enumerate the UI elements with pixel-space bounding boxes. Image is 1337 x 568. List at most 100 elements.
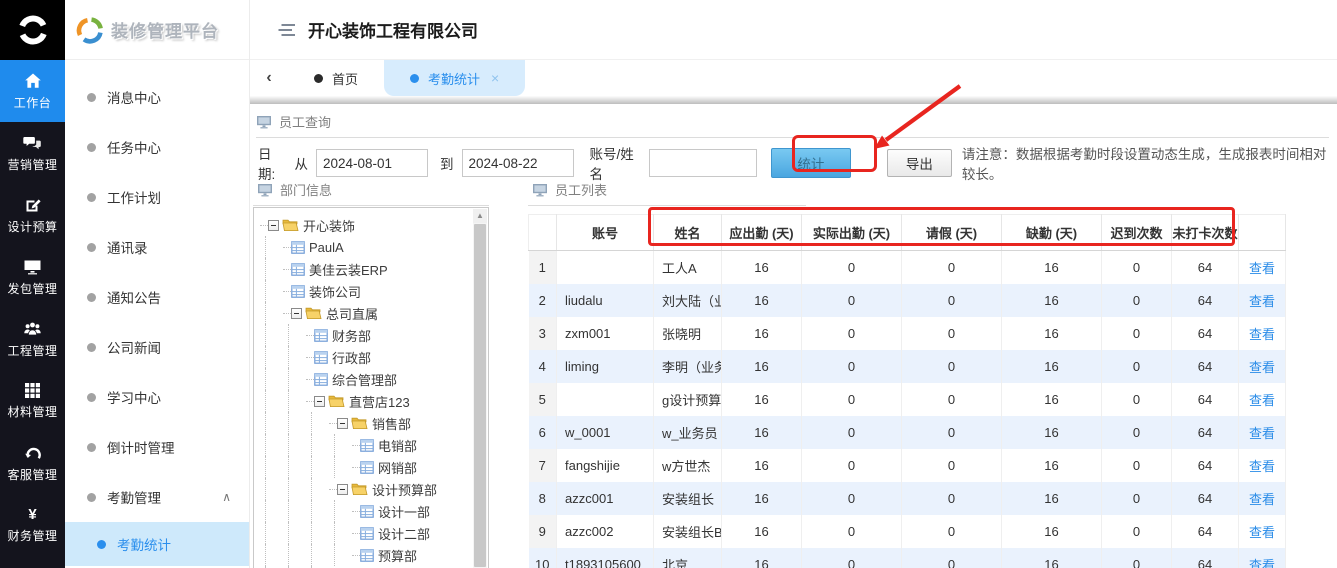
table-row: 2liudalu刘大陆（业务160016064查看	[528, 283, 1286, 317]
department-icon	[360, 460, 374, 474]
app-logo[interactable]	[0, 0, 65, 60]
tree-folder-node[interactable]: 销售部	[260, 412, 488, 434]
submenu-item[interactable]: 工作计划	[65, 172, 249, 222]
table-cell: 北京	[653, 547, 722, 568]
collapse-toggle-icon[interactable]	[314, 395, 325, 407]
tree-leaf-node[interactable]: 美佳云装ERP	[260, 258, 488, 280]
tree-folder-node[interactable]: 设计预算部	[260, 478, 488, 500]
view-link[interactable]: 查看	[1249, 261, 1275, 276]
view-link[interactable]: 查看	[1249, 426, 1275, 441]
rail-item-label: 客服管理	[7, 467, 58, 482]
tree-leaf-node[interactable]: 网销部	[260, 456, 488, 478]
scroll-up-button[interactable]: ▲	[473, 209, 487, 223]
date-to-input[interactable]	[461, 149, 574, 177]
tree-leaf-node[interactable]: 综合管理部	[260, 368, 488, 390]
section-title-text: 员工列表	[555, 183, 608, 198]
table-cell: 0	[801, 250, 902, 284]
scrollbar-thumb[interactable]	[474, 224, 486, 567]
table-row: 9 azzc002 安装组长B 16 0 0 16 0 64 查看	[528, 514, 1286, 548]
table-cell: 李明（业务	[653, 349, 722, 383]
submenu-item[interactable]: 公司新闻	[65, 322, 249, 372]
collapse-toggle-icon[interactable]	[291, 307, 302, 319]
table-cell: 16	[1001, 547, 1102, 568]
rail-item-workbench[interactable]: 工作台	[0, 60, 65, 122]
submenu-item[interactable]: 学习中心	[65, 372, 249, 422]
table-cell: 64	[1171, 448, 1239, 482]
table-cell: 64	[1171, 415, 1239, 449]
tab-dot-icon	[410, 73, 420, 83]
rail-item-service[interactable]: 客服管理	[0, 432, 65, 494]
folder-icon	[351, 416, 368, 430]
table-cell: 5	[528, 382, 557, 416]
tree-leaf-node[interactable]: 预算部	[260, 544, 488, 566]
rail-item-contracting[interactable]: 发包管理	[0, 246, 65, 308]
tree-leaf-node[interactable]: 装饰公司	[260, 280, 488, 302]
table-cell: g设计预算员	[653, 382, 722, 416]
account-name-input[interactable]	[649, 149, 758, 177]
statistics-button[interactable]: 统计	[771, 148, 851, 178]
view-link[interactable]: 查看	[1249, 393, 1275, 408]
tree-guide-line	[288, 478, 306, 500]
rail-item-materials[interactable]: 材料管理	[0, 370, 65, 432]
view-link[interactable]: 查看	[1249, 459, 1275, 474]
table-cell: 0	[801, 448, 902, 482]
tree-leaf-node[interactable]: 电销部	[260, 434, 488, 456]
tab-home[interactable]: 首页	[288, 60, 384, 96]
view-link[interactable]: 查看	[1249, 492, 1275, 507]
view-link[interactable]: 查看	[1249, 327, 1275, 342]
tree-connector	[283, 290, 291, 292]
rail-item-engineering[interactable]: 工程管理	[0, 308, 65, 370]
submenu-item[interactable]: 通知公告	[65, 272, 249, 322]
export-button[interactable]: 导出	[886, 149, 952, 177]
table-cell: 0	[1101, 382, 1172, 416]
close-icon[interactable]: ×	[491, 70, 499, 86]
tree-leaf-node[interactable]: 设计二部	[260, 522, 488, 544]
tab-scroll-left-button[interactable]: ‹	[250, 60, 288, 96]
tree-leaf-node[interactable]: 行政部	[260, 346, 488, 368]
table-cell: 查看	[1238, 349, 1286, 383]
view-link[interactable]: 查看	[1249, 525, 1275, 540]
tab-attendance-stats[interactable]: 考勤统计 ×	[384, 60, 526, 96]
list-icon[interactable]	[278, 23, 296, 37]
collapse-toggle-icon[interactable]	[337, 417, 348, 429]
rail-item-marketing[interactable]: 营销管理	[0, 122, 65, 184]
table-cell: 0	[1101, 415, 1172, 449]
date-from-input[interactable]	[316, 149, 428, 177]
table-cell: 0	[1101, 514, 1172, 548]
tree-folder-node[interactable]: 开心装饰	[260, 214, 488, 236]
tree-folder-node[interactable]: 直营店123	[260, 390, 488, 412]
tree-connector	[260, 224, 268, 226]
table-cell: 查看	[1238, 382, 1286, 416]
submenu-item[interactable]: 通讯录	[65, 222, 249, 272]
submenu-item[interactable]: 任务中心	[65, 122, 249, 172]
tree-connector	[352, 466, 360, 468]
view-link[interactable]: 查看	[1249, 558, 1275, 568]
submenu-item[interactable]: 倒计时管理	[65, 422, 249, 472]
table-cell: 16	[721, 283, 802, 317]
view-link[interactable]: 查看	[1249, 294, 1275, 309]
table-cell: 0	[901, 448, 1002, 482]
tree-guide-line	[288, 500, 306, 522]
tree-folder-node[interactable]: 总司直属	[260, 302, 488, 324]
collapse-toggle-icon[interactable]	[268, 219, 279, 231]
top-header: 开心装饰工程有限公司	[250, 0, 1337, 60]
table-cell: 张晓明	[653, 316, 722, 350]
submenu-item[interactable]: 考勤管理 ∧	[65, 472, 249, 522]
tree-leaf-node[interactable]: 设计一部	[260, 500, 488, 522]
tree-guide-line	[265, 456, 283, 478]
rail-item-design-budget[interactable]: 设计预算	[0, 184, 65, 246]
tree-leaf-node[interactable]: 财务部	[260, 324, 488, 346]
tab-label: 首页	[332, 71, 359, 87]
tree-connector	[283, 268, 291, 270]
department-icon	[360, 504, 374, 518]
tree-connector	[306, 400, 314, 402]
view-link[interactable]: 查看	[1249, 360, 1275, 375]
collapse-toggle-icon[interactable]	[337, 483, 348, 495]
table-cell: 0	[801, 283, 902, 317]
monitor-icon	[257, 115, 271, 128]
submenu-subitem[interactable]: 考勤统计	[65, 522, 249, 566]
tree-leaf-node[interactable]: PaulA	[260, 236, 488, 258]
tree-node-label: 行政部	[332, 350, 372, 366]
rail-item-finance[interactable]: ¥ 财务管理	[0, 494, 65, 556]
submenu-item[interactable]: 消息中心	[65, 72, 249, 122]
